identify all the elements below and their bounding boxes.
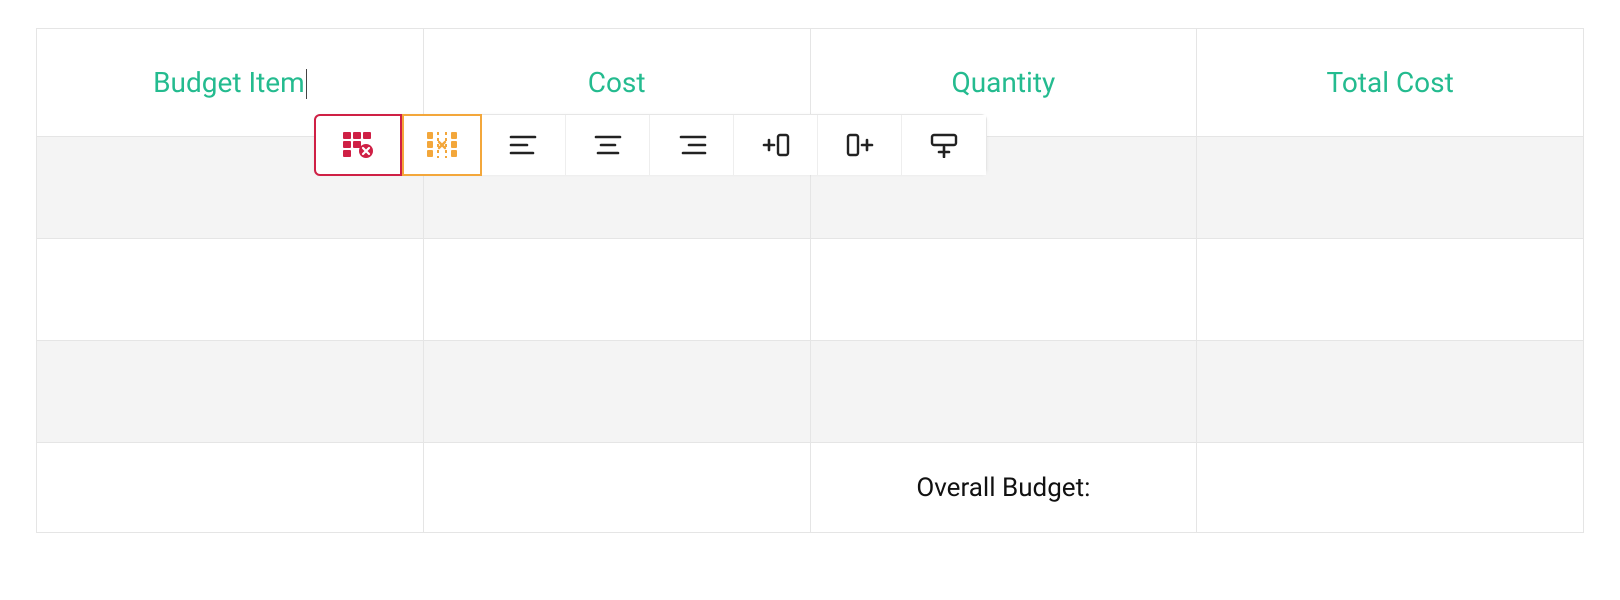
table-cell[interactable] (810, 341, 1197, 443)
delete-table-icon (343, 132, 373, 158)
delete-table-button[interactable] (314, 114, 402, 176)
budget-table: Budget Item Cost Quantity Total Cost (36, 28, 1584, 533)
insert-column-right-icon (845, 132, 875, 158)
align-center-button[interactable] (566, 115, 650, 175)
delete-column-button[interactable] (402, 114, 482, 176)
column-header-total-cost[interactable]: Total Cost (1197, 29, 1584, 137)
insert-column-left-icon (761, 132, 791, 158)
table-cell[interactable] (1197, 443, 1584, 533)
table-cell[interactable] (37, 239, 424, 341)
overall-budget-label: Overall Budget: (916, 473, 1090, 503)
align-left-icon (509, 134, 539, 156)
delete-column-icon (427, 132, 457, 158)
text-caret (306, 69, 307, 99)
table-cell[interactable] (423, 341, 810, 443)
align-center-icon (593, 134, 623, 156)
table-cell[interactable] (37, 443, 424, 533)
table-cell[interactable] (810, 239, 1197, 341)
table-toolbar (314, 114, 987, 174)
table-cell[interactable] (37, 341, 424, 443)
align-right-icon (677, 134, 707, 156)
header-label: Cost (588, 66, 646, 99)
header-label: Budget Item (153, 66, 305, 99)
table-cell-overall-budget[interactable]: Overall Budget: (810, 443, 1197, 533)
table-footer-row: Overall Budget: (37, 443, 1584, 533)
align-left-button[interactable] (482, 115, 566, 175)
table-cell[interactable] (423, 239, 810, 341)
insert-column-left-button[interactable] (734, 115, 818, 175)
table-cell[interactable] (423, 443, 810, 533)
align-right-button[interactable] (650, 115, 734, 175)
insert-row-below-button[interactable] (902, 115, 986, 175)
table-row (37, 239, 1584, 341)
insert-column-right-button[interactable] (818, 115, 902, 175)
header-label: Quantity (951, 66, 1055, 99)
header-label: Total Cost (1326, 66, 1453, 99)
table-cell[interactable] (1197, 341, 1584, 443)
table-cell[interactable] (1197, 137, 1584, 239)
table-row (37, 341, 1584, 443)
table-cell[interactable] (1197, 239, 1584, 341)
insert-row-below-icon (929, 132, 959, 158)
